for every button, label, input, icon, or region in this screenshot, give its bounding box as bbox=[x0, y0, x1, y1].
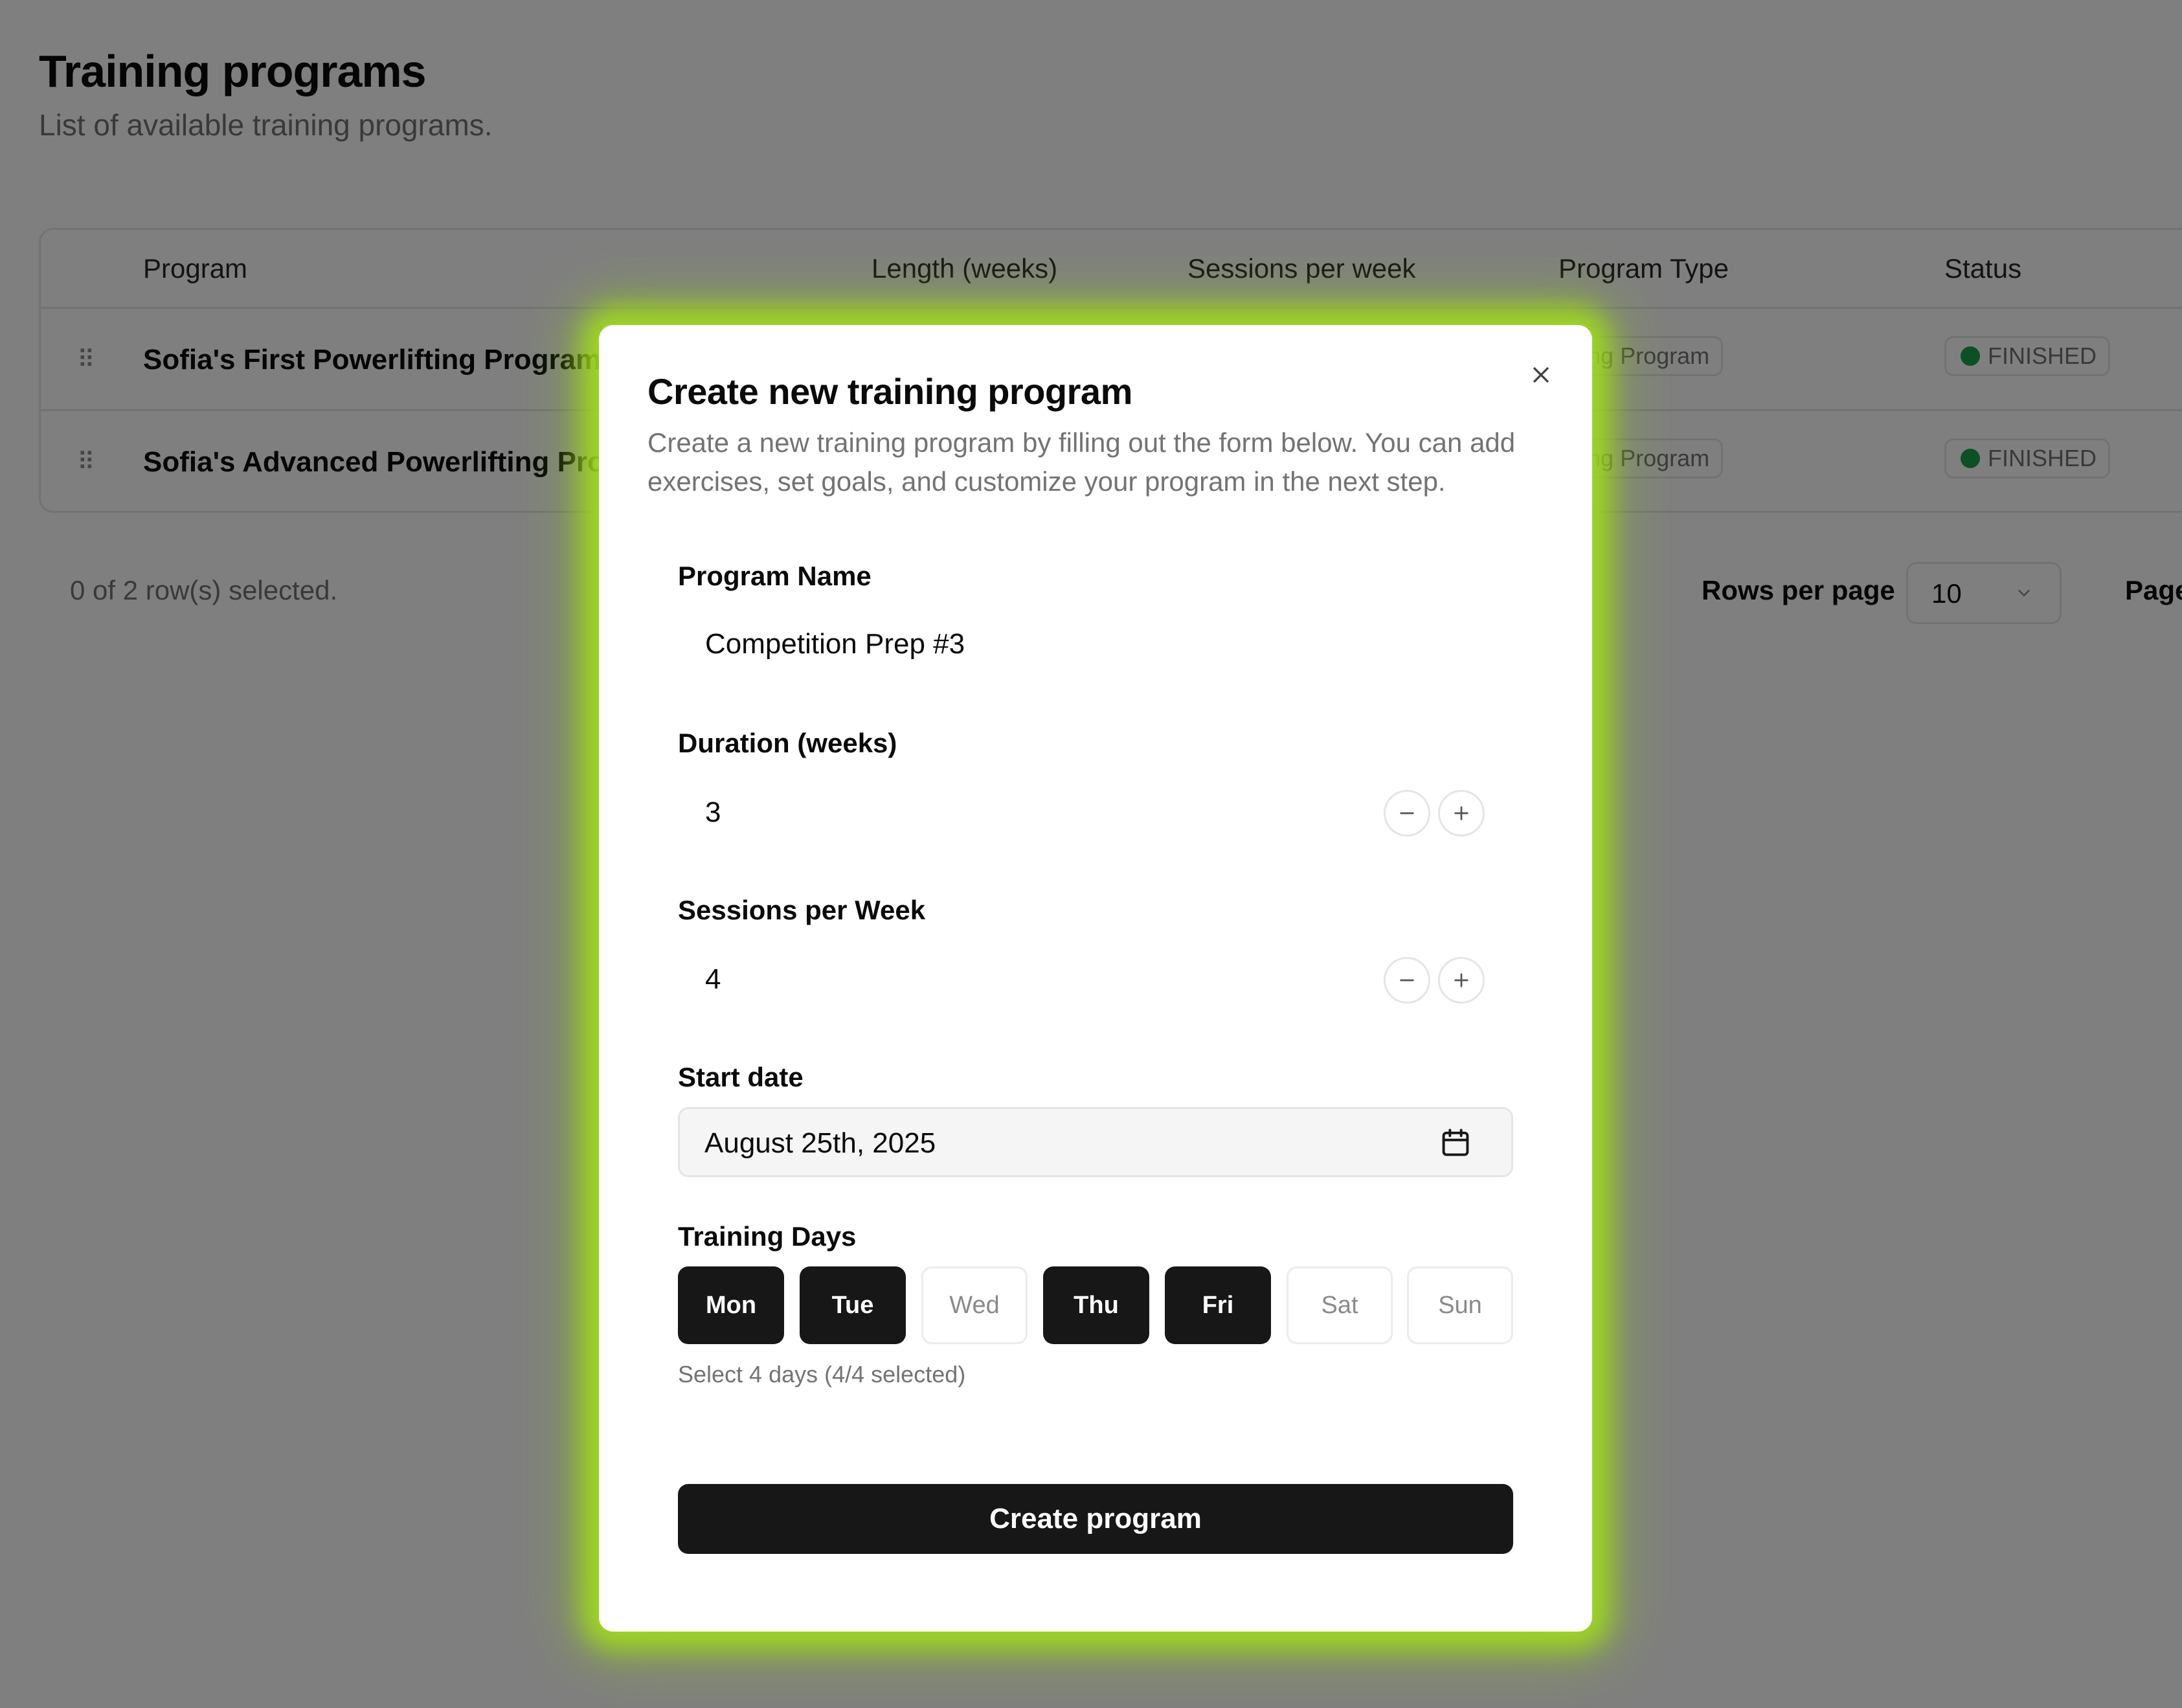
close-icon bbox=[1533, 367, 1549, 383]
sessions-field[interactable]: 4 bbox=[705, 963, 721, 996]
plus-icon bbox=[1454, 806, 1468, 820]
duration-label: Duration (weeks) bbox=[678, 728, 897, 758]
minus-icon bbox=[1400, 979, 1414, 982]
day-toggle-fri[interactable]: Fri bbox=[1165, 1266, 1271, 1344]
plus-icon bbox=[1454, 973, 1468, 987]
duration-field[interactable]: 3 bbox=[705, 796, 721, 829]
minus-icon bbox=[1400, 812, 1414, 815]
start-date-picker[interactable]: August 25th, 2025 bbox=[678, 1107, 1513, 1177]
dialog-description: Create a new training program by filling… bbox=[647, 427, 1516, 497]
training-days-label: Training Days bbox=[678, 1221, 857, 1252]
day-toggle-mon[interactable]: Mon bbox=[678, 1266, 784, 1344]
day-toggle-sat[interactable]: Sat bbox=[1287, 1266, 1393, 1344]
calendar-icon bbox=[1442, 1129, 1469, 1156]
dialog-title: Create new training program bbox=[647, 371, 1132, 412]
program-name-field[interactable]: Competition Prep #3 bbox=[705, 628, 965, 660]
training-days-selector: Mon Tue Wed Thu Fri Sat Sun bbox=[678, 1266, 1513, 1344]
day-toggle-thu[interactable]: Thu bbox=[1043, 1266, 1149, 1344]
duration-increment-button[interactable] bbox=[1438, 790, 1485, 837]
sessions-label: Sessions per Week bbox=[678, 895, 926, 925]
day-toggle-tue[interactable]: Tue bbox=[800, 1266, 906, 1344]
program-name-label: Program Name bbox=[678, 561, 872, 591]
start-date-value: August 25th, 2025 bbox=[704, 1127, 936, 1159]
start-date-label: Start date bbox=[678, 1062, 804, 1092]
day-toggle-sun[interactable]: Sun bbox=[1407, 1266, 1513, 1344]
training-days-hint: Select 4 days (4/4 selected) bbox=[678, 1361, 966, 1388]
day-toggle-wed[interactable]: Wed bbox=[921, 1266, 1028, 1344]
duration-decrement-button[interactable] bbox=[1384, 790, 1430, 837]
sessions-decrement-button[interactable] bbox=[1384, 957, 1430, 1004]
close-button[interactable] bbox=[1524, 357, 1558, 392]
sessions-increment-button[interactable] bbox=[1438, 957, 1485, 1004]
create-program-dialog: Create new training program Create a new… bbox=[599, 325, 1592, 1632]
create-program-button[interactable]: Create program bbox=[678, 1484, 1513, 1554]
